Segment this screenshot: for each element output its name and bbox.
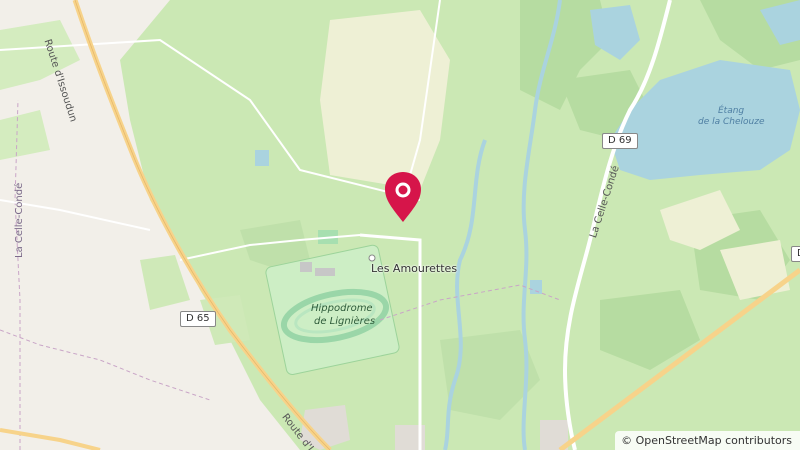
pond xyxy=(255,150,269,166)
road-shield-d65: D 65 xyxy=(180,311,216,327)
place-dot xyxy=(368,254,376,262)
farmland-area xyxy=(320,10,450,190)
road-shield-d69: D 69 xyxy=(602,133,638,149)
map-attribution: © OpenStreetMap contributors xyxy=(615,431,800,450)
pond xyxy=(530,280,542,294)
label-etang-line2: de la Chelouze xyxy=(698,117,765,127)
attribution-link[interactable]: OpenStreetMap contributors xyxy=(636,434,792,447)
label-etang-line1: Étang xyxy=(718,106,745,116)
map-view[interactable]: Route d'Issoudun La Celle-Condé La Celle… xyxy=(0,0,800,450)
building xyxy=(300,262,312,272)
label-hippodrome-line2: de Lignières xyxy=(314,316,376,327)
label-hippodrome-line1: Hippodrome xyxy=(311,303,373,314)
label-la-celle-conde-left: La Celle-Condé xyxy=(14,182,25,258)
map-canvas[interactable] xyxy=(0,0,800,450)
building xyxy=(315,268,335,276)
label-les-amourettes: Les Amourettes xyxy=(371,262,458,275)
copyright-symbol: © xyxy=(621,434,633,447)
road-shield-edge: D xyxy=(791,246,800,262)
